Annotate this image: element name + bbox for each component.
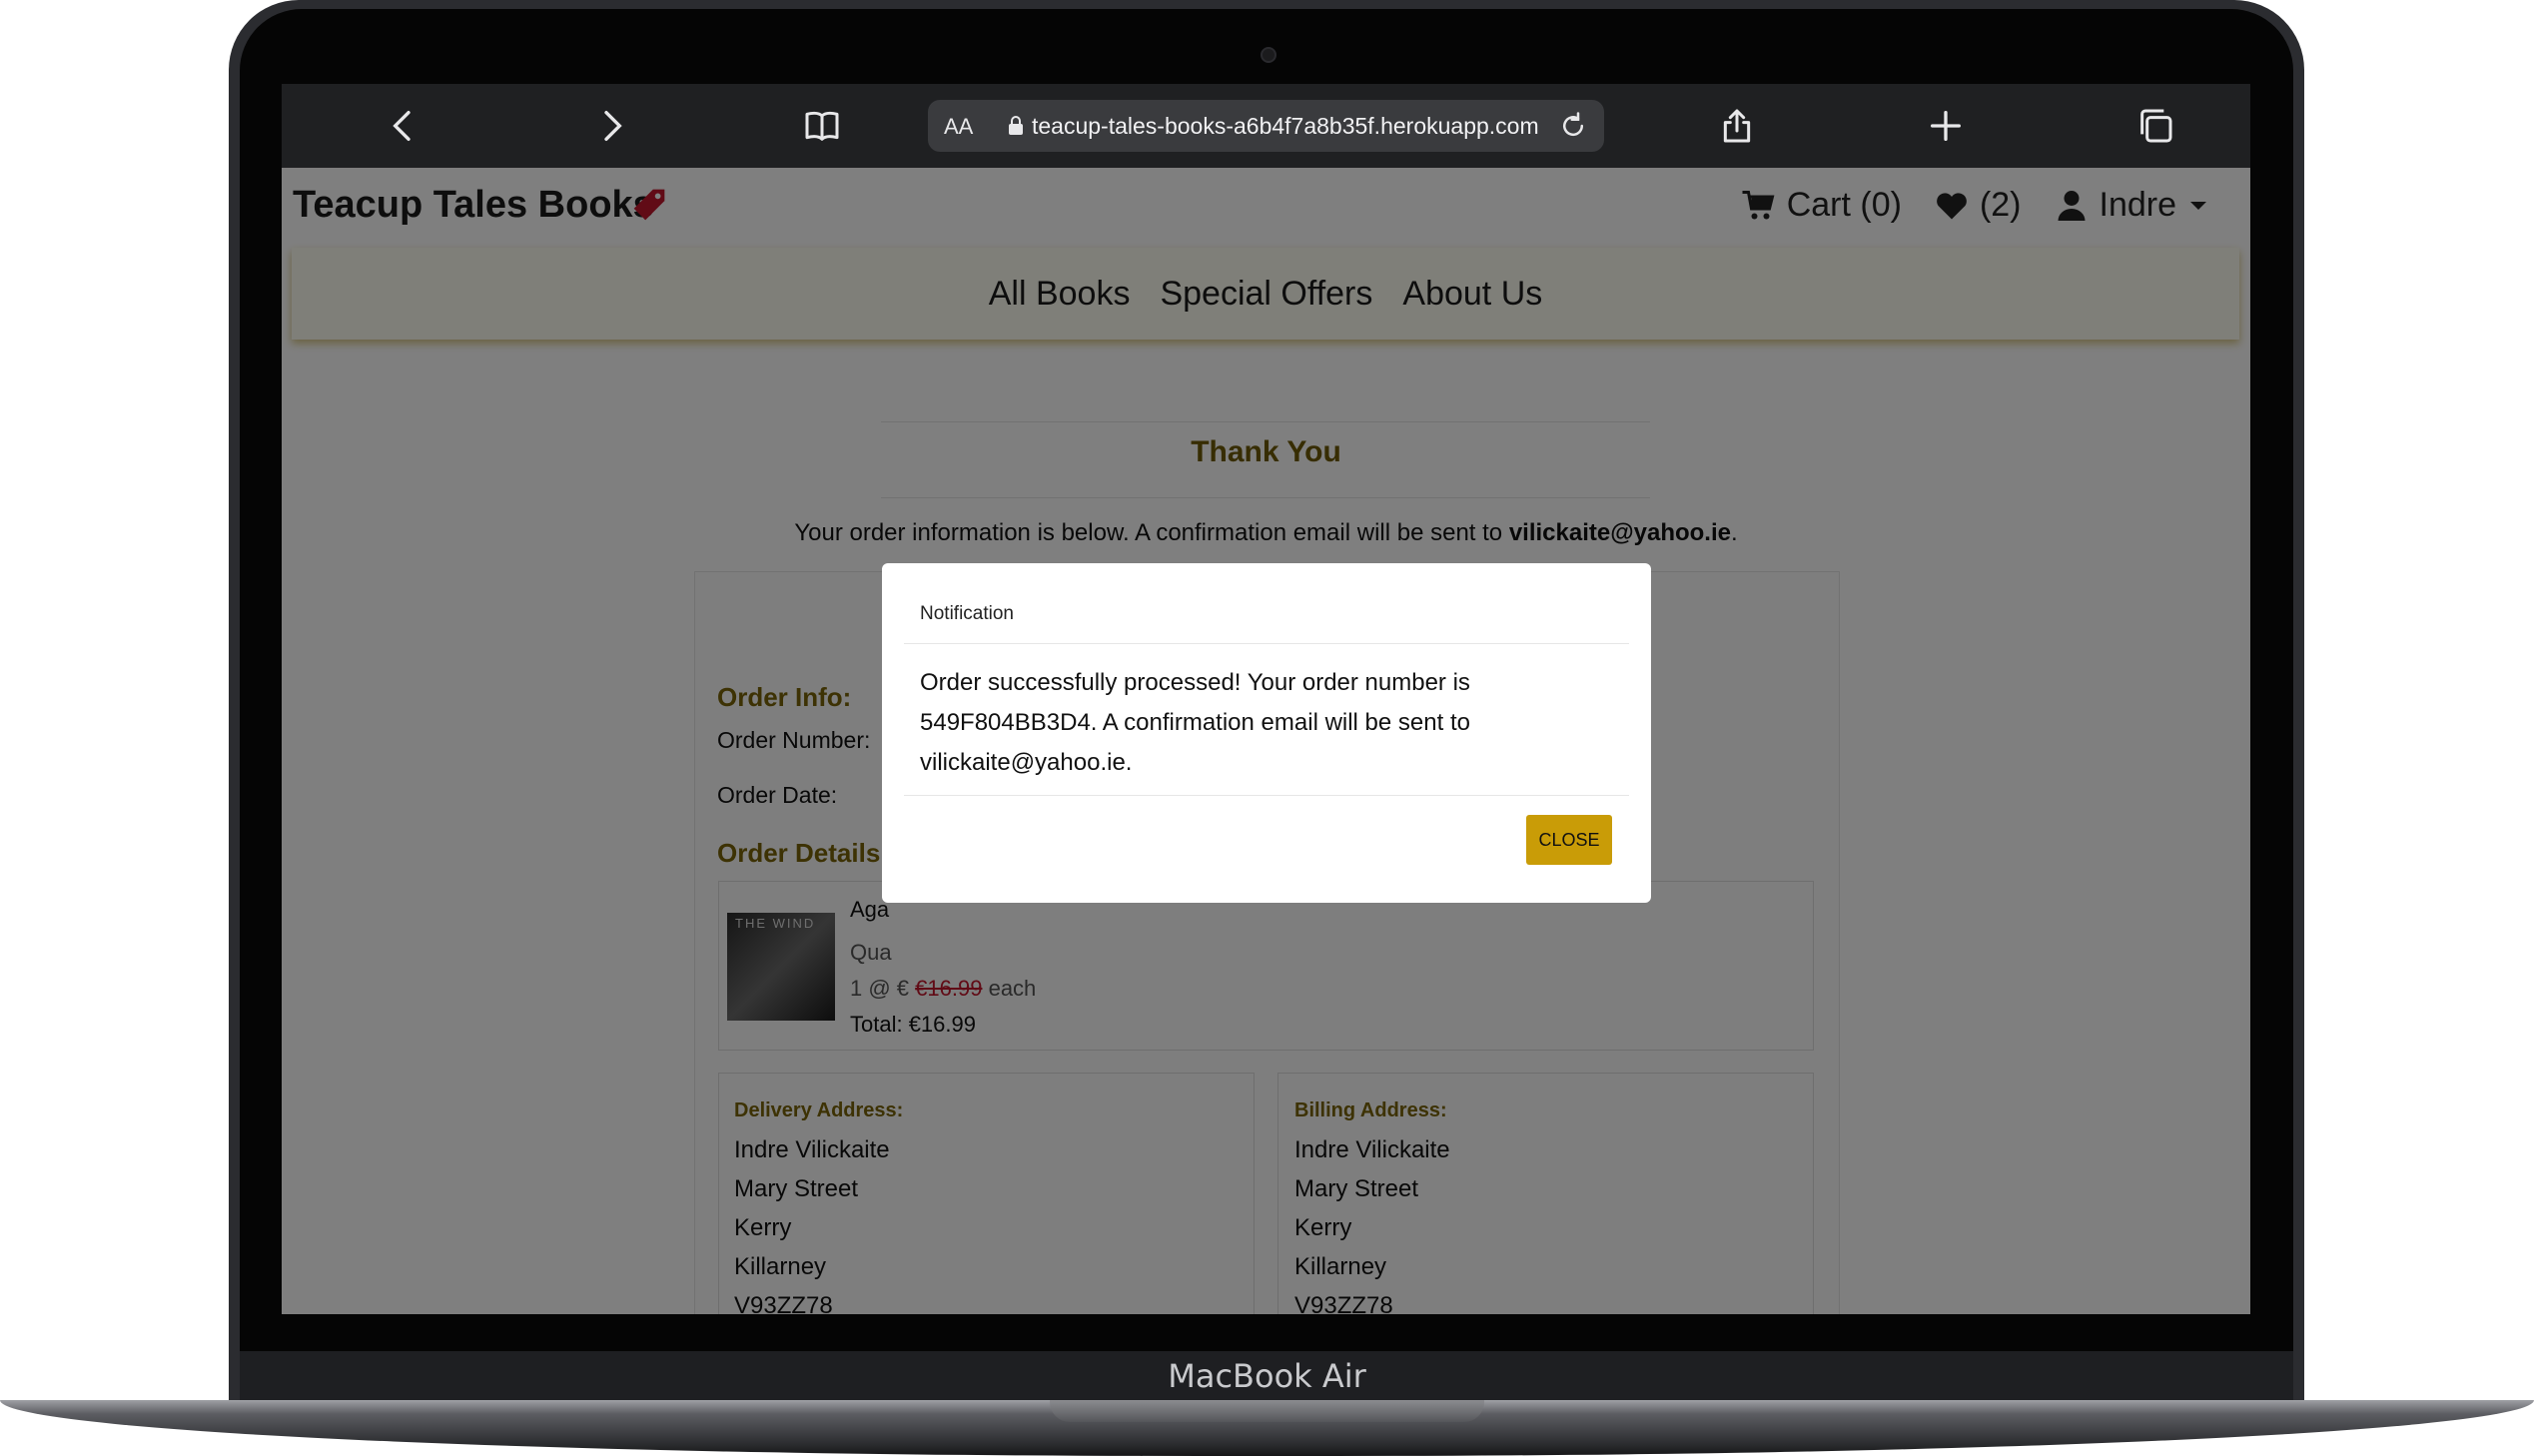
share-icon[interactable] [1709,98,1765,154]
tabs-icon[interactable] [2127,98,2183,154]
divider [904,643,1629,644]
close-button[interactable]: CLOSE [1526,815,1612,865]
camera-icon [1261,47,1276,63]
url-text: teacup-tales-books-a6b4f7a8b35f.herokuap… [1032,113,1539,139]
text-size-button[interactable]: AA [944,114,973,140]
new-tab-icon[interactable] [1918,98,1974,154]
laptop-notch [1050,1400,1484,1422]
notification-modal: Notification Order successfully processe… [882,563,1651,903]
screen: AA teacup-tales-books-a6b4f7a8b35f.herok… [282,84,2250,1314]
address-bar[interactable]: AA teacup-tales-books-a6b4f7a8b35f.herok… [928,100,1604,152]
divider [904,795,1629,796]
modal-title: Notification [920,603,1014,624]
forward-icon[interactable] [583,98,639,154]
lock-icon [1004,114,1028,138]
reload-icon[interactable] [1558,111,1588,141]
back-icon[interactable] [376,98,431,154]
browser-toolbar: AA teacup-tales-books-a6b4f7a8b35f.herok… [282,84,2250,168]
device-label: MacBook Air [1168,1357,1366,1395]
modal-message: Order successfully processed! Your order… [920,669,1470,776]
bookmarks-icon[interactable] [794,98,850,154]
